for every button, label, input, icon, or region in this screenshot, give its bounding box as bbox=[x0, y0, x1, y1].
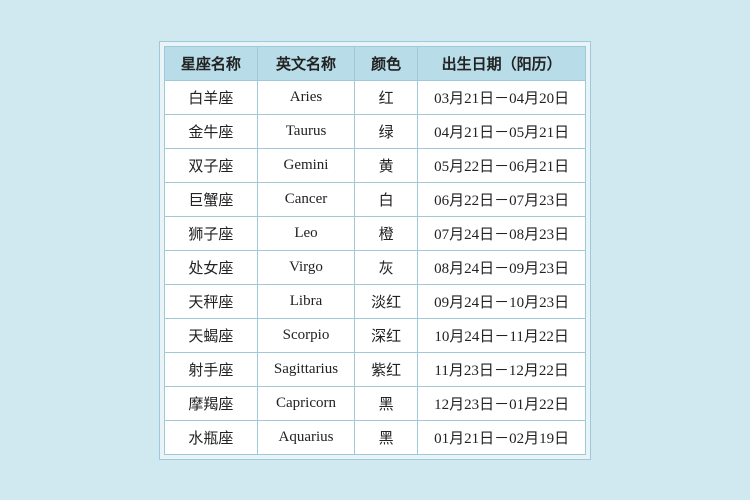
header-english-name: 英文名称 bbox=[257, 46, 354, 80]
cell-chinese-name: 射手座 bbox=[164, 352, 257, 386]
cell-chinese-name: 水瓶座 bbox=[164, 420, 257, 454]
cell-color: 黑 bbox=[355, 386, 418, 420]
cell-english-name: Leo bbox=[257, 216, 354, 250]
cell-chinese-name: 双子座 bbox=[164, 148, 257, 182]
table-row: 金牛座Taurus绿04月21日－05月21日 bbox=[164, 114, 585, 148]
cell-date: 06月22日－07月23日 bbox=[418, 182, 586, 216]
cell-chinese-name: 摩羯座 bbox=[164, 386, 257, 420]
cell-english-name: Scorpio bbox=[257, 318, 354, 352]
cell-color: 黄 bbox=[355, 148, 418, 182]
cell-color: 橙 bbox=[355, 216, 418, 250]
header-date: 出生日期（阳历） bbox=[418, 46, 586, 80]
table-row: 摩羯座Capricorn黑12月23日－01月22日 bbox=[164, 386, 585, 420]
table-row: 白羊座Aries红03月21日－04月20日 bbox=[164, 80, 585, 114]
cell-english-name: Libra bbox=[257, 284, 354, 318]
cell-chinese-name: 金牛座 bbox=[164, 114, 257, 148]
cell-date: 10月24日－11月22日 bbox=[418, 318, 586, 352]
zodiac-table-container: 星座名称 英文名称 颜色 出生日期（阳历） 白羊座Aries红03月21日－04… bbox=[159, 41, 591, 460]
cell-date: 08月24日－09月23日 bbox=[418, 250, 586, 284]
cell-chinese-name: 白羊座 bbox=[164, 80, 257, 114]
table-row: 天秤座Libra淡红09月24日－10月23日 bbox=[164, 284, 585, 318]
cell-chinese-name: 狮子座 bbox=[164, 216, 257, 250]
cell-color: 绿 bbox=[355, 114, 418, 148]
table-row: 狮子座Leo橙07月24日－08月23日 bbox=[164, 216, 585, 250]
cell-english-name: Aries bbox=[257, 80, 354, 114]
cell-date: 12月23日－01月22日 bbox=[418, 386, 586, 420]
table-row: 巨蟹座Cancer白06月22日－07月23日 bbox=[164, 182, 585, 216]
cell-chinese-name: 天蝎座 bbox=[164, 318, 257, 352]
cell-date: 05月22日－06月21日 bbox=[418, 148, 586, 182]
cell-date: 04月21日－05月21日 bbox=[418, 114, 586, 148]
cell-date: 07月24日－08月23日 bbox=[418, 216, 586, 250]
cell-color: 白 bbox=[355, 182, 418, 216]
cell-color: 紫红 bbox=[355, 352, 418, 386]
header-chinese-name: 星座名称 bbox=[164, 46, 257, 80]
cell-date: 09月24日－10月23日 bbox=[418, 284, 586, 318]
table-body: 白羊座Aries红03月21日－04月20日金牛座Taurus绿04月21日－0… bbox=[164, 80, 585, 454]
cell-color: 黑 bbox=[355, 420, 418, 454]
table-row: 天蝎座Scorpio深红10月24日－11月22日 bbox=[164, 318, 585, 352]
cell-color: 淡红 bbox=[355, 284, 418, 318]
cell-chinese-name: 巨蟹座 bbox=[164, 182, 257, 216]
cell-date: 03月21日－04月20日 bbox=[418, 80, 586, 114]
cell-english-name: Capricorn bbox=[257, 386, 354, 420]
header-color: 颜色 bbox=[355, 46, 418, 80]
cell-date: 01月21日－02月19日 bbox=[418, 420, 586, 454]
cell-chinese-name: 处女座 bbox=[164, 250, 257, 284]
cell-english-name: Taurus bbox=[257, 114, 354, 148]
cell-color: 灰 bbox=[355, 250, 418, 284]
cell-color: 深红 bbox=[355, 318, 418, 352]
cell-english-name: Gemini bbox=[257, 148, 354, 182]
table-row: 双子座Gemini黄05月22日－06月21日 bbox=[164, 148, 585, 182]
cell-english-name: Virgo bbox=[257, 250, 354, 284]
zodiac-table: 星座名称 英文名称 颜色 出生日期（阳历） 白羊座Aries红03月21日－04… bbox=[164, 46, 586, 455]
table-row: 射手座Sagittarius紫红11月23日－12月22日 bbox=[164, 352, 585, 386]
cell-chinese-name: 天秤座 bbox=[164, 284, 257, 318]
cell-date: 11月23日－12月22日 bbox=[418, 352, 586, 386]
cell-english-name: Cancer bbox=[257, 182, 354, 216]
table-header-row: 星座名称 英文名称 颜色 出生日期（阳历） bbox=[164, 46, 585, 80]
table-row: 处女座Virgo灰08月24日－09月23日 bbox=[164, 250, 585, 284]
table-row: 水瓶座Aquarius黑01月21日－02月19日 bbox=[164, 420, 585, 454]
cell-english-name: Sagittarius bbox=[257, 352, 354, 386]
cell-color: 红 bbox=[355, 80, 418, 114]
cell-english-name: Aquarius bbox=[257, 420, 354, 454]
